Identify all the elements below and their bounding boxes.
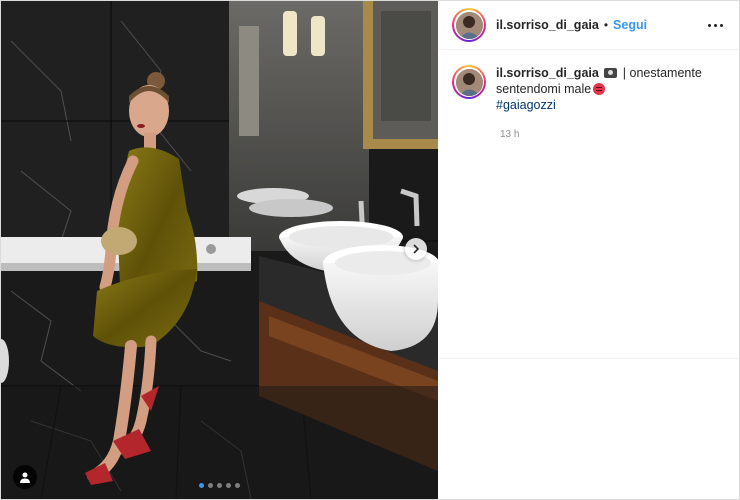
caption-hashtag[interactable]: #gaiagozzi: [496, 97, 716, 113]
caption-comment: il.sorriso_di_gaia | onestamente sentend…: [439, 65, 739, 113]
caption-username[interactable]: il.sorriso_di_gaia: [496, 66, 599, 80]
carousel-dot: [199, 483, 204, 488]
carousel-dot: [217, 483, 222, 488]
carousel-indicator: [1, 483, 438, 489]
avatar-image: [455, 11, 483, 39]
angry-face-emoji-icon: [593, 83, 606, 95]
caption-body: il.sorriso_di_gaia | onestamente sentend…: [496, 65, 716, 113]
carousel-dot: [226, 483, 231, 488]
header-separator: •: [603, 18, 609, 32]
comments-divider: [439, 358, 739, 359]
user-tag-icon: [20, 472, 30, 483]
caption-avatar[interactable]: [452, 65, 486, 99]
chevron-right-icon: [413, 244, 420, 254]
carousel-dot: [208, 483, 213, 488]
avatar[interactable]: [452, 8, 486, 42]
post-dialog: il.sorriso_di_gaia • Segui il.sorriso_di…: [0, 0, 740, 500]
bathroom-photo-illustration: [1, 1, 438, 499]
avatar-ring: [454, 10, 484, 40]
caption-avatar-image: [455, 68, 483, 96]
caption-avatar-ring: [454, 67, 484, 97]
post-side-panel: il.sorriso_di_gaia • Segui il.sorriso_di…: [439, 1, 739, 499]
follow-button[interactable]: Segui: [613, 18, 647, 32]
avatar-photo: [455, 11, 483, 39]
post-photo[interactable]: [1, 1, 438, 499]
carousel-dot: [235, 483, 240, 488]
caption-avatar-photo: [455, 68, 483, 96]
more-options-icon[interactable]: [707, 18, 723, 32]
carousel-next-button[interactable]: [405, 238, 427, 260]
post-timestamp: 13 h: [500, 129, 520, 140]
post-header: il.sorriso_di_gaia • Segui: [439, 1, 739, 50]
camera-emoji-icon: [604, 68, 618, 78]
post-username[interactable]: il.sorriso_di_gaia: [496, 18, 599, 32]
